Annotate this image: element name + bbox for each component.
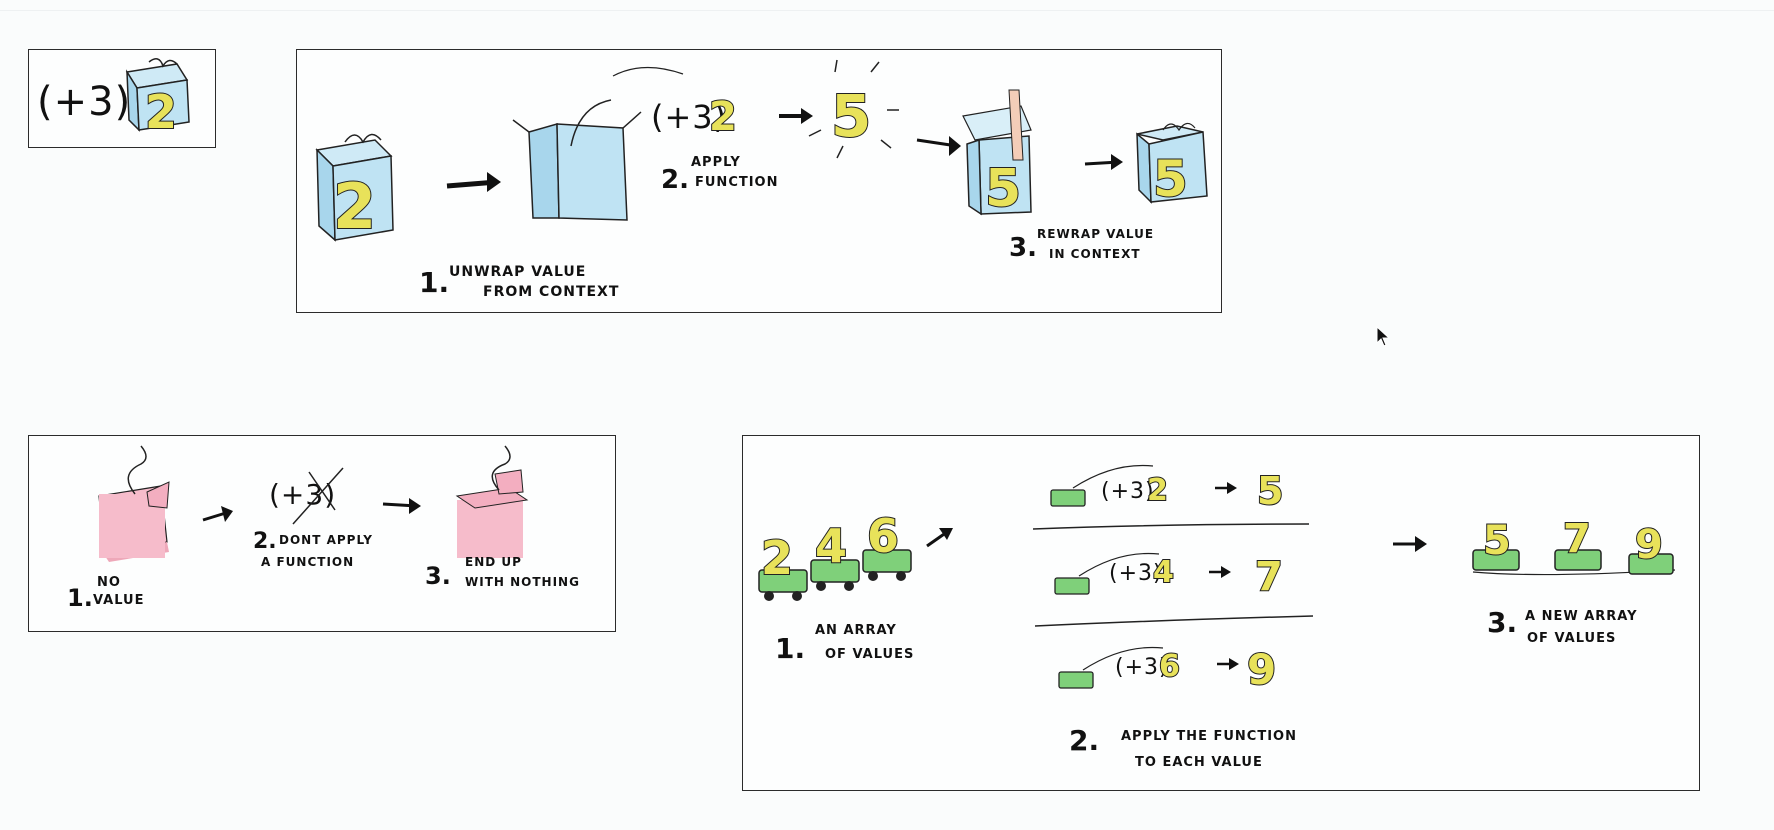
arrow-icon bbox=[1217, 658, 1239, 670]
row3-output: 9 bbox=[1247, 645, 1276, 694]
step3-line2: IN CONTEXT bbox=[1049, 247, 1141, 261]
mouse-cursor-icon bbox=[1376, 326, 1391, 347]
arrow-icon bbox=[1209, 566, 1231, 578]
arrow-icon bbox=[779, 108, 813, 124]
nothing-step2-line2: A FUNCTION bbox=[261, 555, 354, 569]
function-applied-panel: (+3) 2 bbox=[28, 49, 216, 148]
result-value-3: 9 bbox=[1635, 522, 1663, 568]
array-step1-number: 1. bbox=[775, 632, 805, 665]
step1-number: 1. bbox=[419, 266, 449, 299]
step2-line1: APPLY bbox=[691, 155, 741, 170]
rewrap-value: 5 bbox=[985, 159, 1021, 219]
result-array: 5 7 9 bbox=[1472, 515, 1676, 576]
function-label: (+3) bbox=[37, 79, 131, 125]
row3-input: 6 bbox=[1159, 649, 1180, 684]
map-row-3: (+3) 6 9 bbox=[1058, 644, 1277, 695]
arrow-icon bbox=[382, 498, 421, 514]
array-step2-line1: APPLY THE FUNCTION bbox=[1121, 729, 1297, 744]
step3-line1: REWRAP VALUE bbox=[1037, 227, 1154, 241]
cart-icon bbox=[1054, 577, 1090, 595]
row-divider bbox=[1032, 523, 1310, 530]
step2-line2: FUNCTION bbox=[695, 175, 779, 190]
nothing-step2-number: 2. bbox=[253, 529, 277, 554]
crossed-function-label: (+3) bbox=[269, 478, 336, 511]
function-applied-drawing: (+3) 2 bbox=[37, 58, 190, 140]
result-value-2: 7 bbox=[1563, 516, 1591, 562]
array-step2-number: 2. bbox=[1069, 724, 1099, 757]
initial-value-2: 4 bbox=[815, 519, 847, 573]
result-value: 5 bbox=[831, 82, 871, 150]
nothing-panel: 1. NO VALUE (+3) 2. DONT APPLY A FUNCTIO… bbox=[28, 435, 616, 632]
nothing-step1-line2: VALUE bbox=[93, 593, 145, 608]
wrapped-value: 2 bbox=[333, 170, 376, 243]
gift-box-value: 2 bbox=[145, 85, 177, 139]
nothing-step3-line1: END UP bbox=[465, 555, 522, 569]
array-panel: 2 4 6 1. AN ARRAY OF VALUES (+3) 2 5 (+3… bbox=[742, 435, 1700, 791]
nothing-step3-number: 3. bbox=[425, 562, 451, 590]
open-box-icon bbox=[98, 445, 170, 562]
array-step1-line1: AN ARRAY bbox=[815, 623, 897, 638]
step1-line2: FROM CONTEXT bbox=[483, 284, 619, 300]
arrow-icon bbox=[446, 172, 501, 192]
arrow-icon bbox=[202, 506, 233, 522]
arrow-icon bbox=[1084, 154, 1123, 170]
arrow-icon bbox=[1393, 536, 1427, 552]
arrow-icon bbox=[926, 528, 953, 548]
array-step2-line2: TO EACH VALUE bbox=[1135, 755, 1263, 770]
array-step3-line1: A NEW ARRAY bbox=[1525, 609, 1638, 624]
result-value-1: 5 bbox=[1483, 518, 1511, 564]
row2-output: 7 bbox=[1255, 554, 1283, 600]
initial-value-1: 2 bbox=[761, 531, 793, 585]
apply-swoosh bbox=[612, 66, 684, 77]
boxed-result-value: 5 bbox=[1153, 150, 1188, 208]
step3-number: 3. bbox=[1009, 233, 1037, 263]
row-divider bbox=[1034, 615, 1314, 627]
step1-line1: UNWRAP VALUE bbox=[449, 264, 586, 280]
array-step3-line2: OF VALUES bbox=[1527, 631, 1616, 646]
nothing-step3-line2: WITH NOTHING bbox=[465, 575, 580, 589]
functor-drawing: 2 1. UNWRAP VALUE FROM CONTEXT (+3) 2 2.… bbox=[315, 59, 1208, 300]
nothing-drawing: 1. NO VALUE (+3) 2. DONT APPLY A FUNCTIO… bbox=[67, 445, 580, 612]
map-row-2: (+3) 4 7 bbox=[1054, 552, 1284, 601]
arrow-icon bbox=[1215, 482, 1237, 494]
step2-number: 2. bbox=[661, 165, 689, 195]
nothing-step2-line1: DONT APPLY bbox=[279, 533, 373, 547]
nothing-step1-number: 1. bbox=[67, 584, 93, 612]
array-step1-line2: OF VALUES bbox=[825, 647, 914, 662]
map-row-1: (+3) 2 5 bbox=[1050, 464, 1284, 514]
open-box-icon bbox=[512, 99, 642, 221]
initial-value-3: 6 bbox=[867, 509, 899, 563]
array-step3-number: 3. bbox=[1487, 606, 1517, 639]
nothing-step1-line1: NO bbox=[97, 575, 121, 590]
apply-input-value: 2 bbox=[709, 94, 737, 140]
arrow-icon bbox=[916, 136, 961, 156]
cart-icon bbox=[1058, 671, 1094, 689]
initial-array: 2 4 6 bbox=[758, 508, 912, 601]
row2-input: 4 bbox=[1153, 555, 1174, 590]
functor-panel: 2 1. UNWRAP VALUE FROM CONTEXT (+3) 2 2.… bbox=[296, 49, 1222, 313]
row1-output: 5 bbox=[1257, 469, 1283, 513]
cart-icon bbox=[1050, 489, 1086, 507]
top-divider bbox=[0, 10, 1774, 11]
open-box-icon bbox=[455, 445, 529, 558]
array-drawing: 2 4 6 1. AN ARRAY OF VALUES (+3) 2 5 (+3… bbox=[758, 464, 1676, 770]
row1-input: 2 bbox=[1147, 473, 1168, 508]
